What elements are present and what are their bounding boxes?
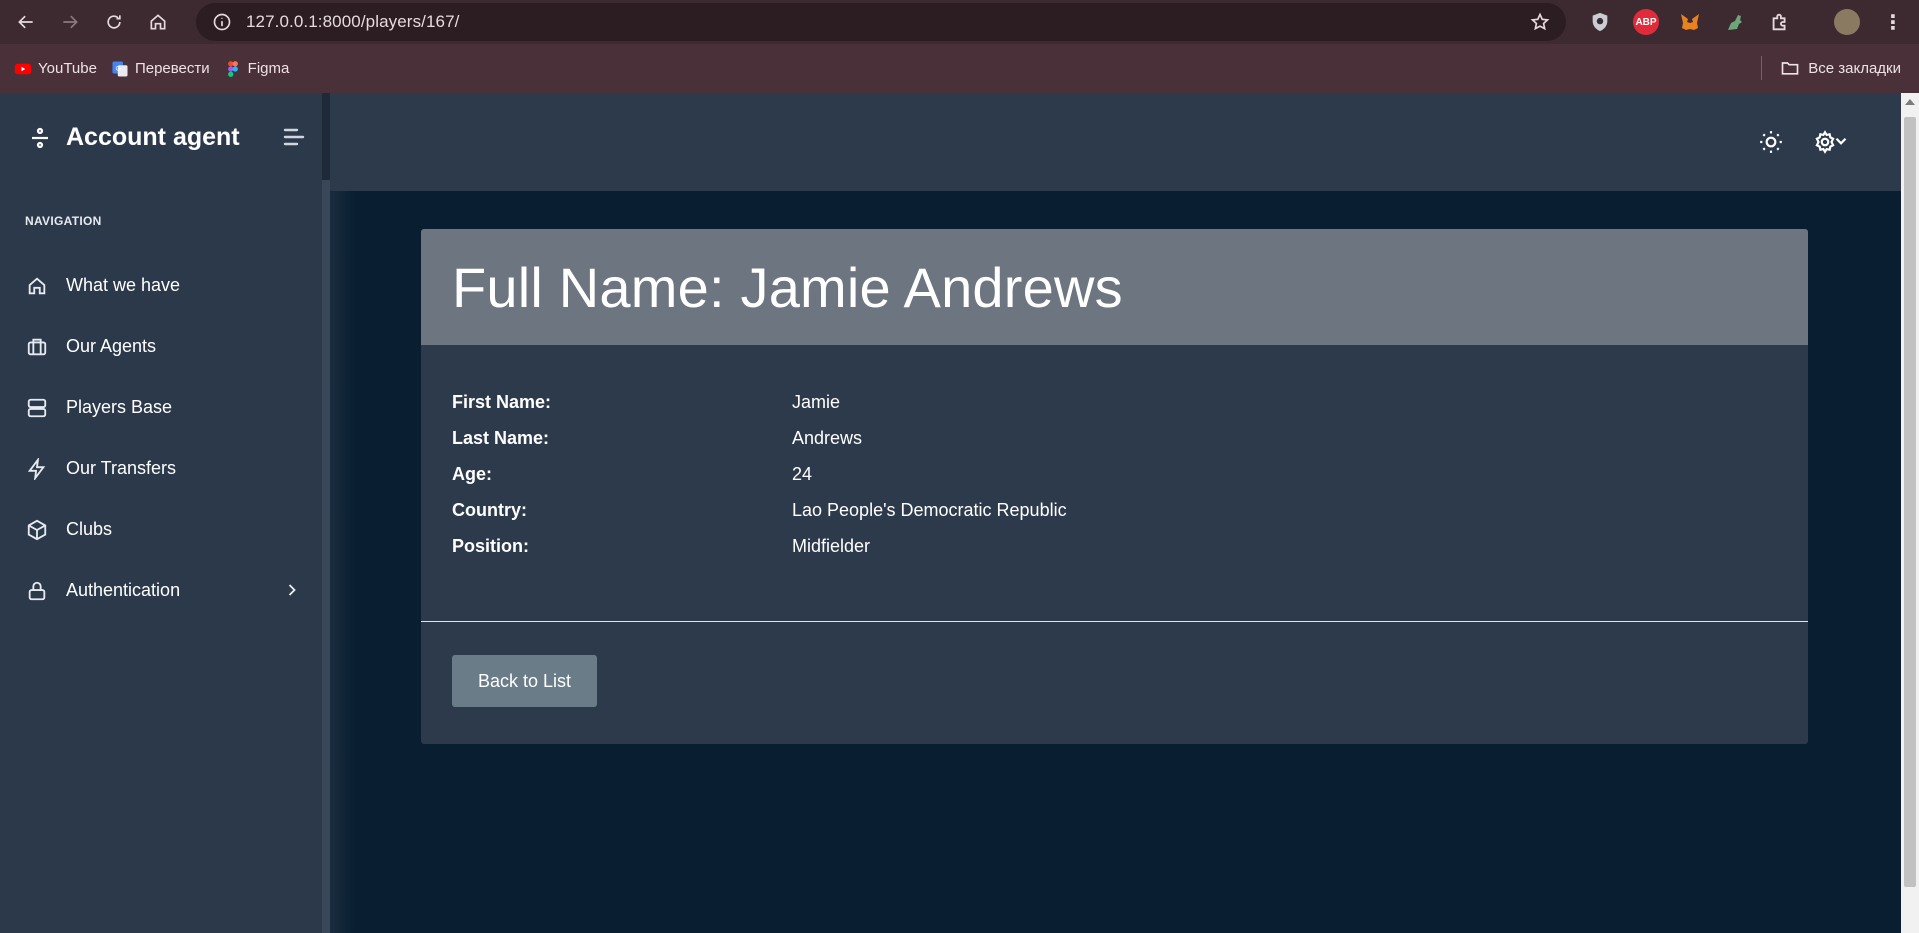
nav-heading: NAVIGATION [25,214,102,228]
card-header: Full Name: Jamie Andrews [421,229,1808,345]
card-divider [421,621,1808,622]
server-icon [27,398,47,417]
detail-row-first-name: First Name: Jamie [452,384,1067,420]
detail-value: 24 [792,463,813,484]
detail-row-position: Position: Midfielder [452,528,1067,564]
extensions-puzzle-icon[interactable] [1767,9,1793,35]
folder-icon [1781,62,1799,75]
scroll-up-arrow-icon[interactable] [1905,99,1915,105]
briefcase-icon [27,338,47,355]
sidebar-item-our-transfers[interactable]: Our Transfers [0,438,322,499]
url-text[interactable]: 127.0.0.1:8000/players/167/ [246,12,459,32]
sidebar-item-label: Our Transfers [66,458,177,478]
forward-arrow-icon[interactable] [52,4,88,40]
svg-text:G: G [115,65,120,72]
detail-row-country: Country: Lao People's Democratic Republi… [452,492,1067,528]
dino-extension-icon[interactable] [1722,9,1748,35]
theme-toggle-icon[interactable] [1758,129,1784,155]
sidebar-item-label: Clubs [66,519,113,539]
sidebar-item-label: What we have [66,275,181,295]
all-bookmarks[interactable]: Все закладки [1780,58,1901,78]
bookmark-figma[interactable]: Figma [224,60,289,78]
player-details: First Name: Jamie Last Name: Andrews Age… [452,384,1067,564]
sidebar-shadow [330,191,356,933]
detail-label: Country: [452,499,527,520]
detail-row-last-name: Last Name: Andrews [452,420,1067,456]
detail-label: Position: [452,535,529,556]
player-card: Full Name: Jamie Andrews First Name: Jam… [421,229,1808,744]
bookmark-star-icon[interactable] [1530,12,1550,32]
detail-label: First Name: [452,391,552,412]
bookmark-translate[interactable]: G Перевести [111,60,210,78]
sidebar-item-label: Authentication [66,580,181,600]
main-header [330,93,1901,191]
lightning-icon [27,457,46,480]
detail-value: Lao People's Democratic Republic [792,499,1067,520]
sidebar-item-clubs[interactable]: Clubs [0,499,322,560]
site-info-icon[interactable] [212,12,232,32]
nav-list: What we have Our Agents Players Base Our… [0,255,322,621]
youtube-icon [14,60,32,78]
shield-extension-icon[interactable] [1587,9,1613,35]
sidebar-item-players-base[interactable]: Players Base [0,377,322,438]
adblock-extension-icon[interactable]: ABP [1633,9,1659,35]
brand[interactable]: Account agent [28,123,240,152]
chevron-down-icon[interactable] [1832,132,1850,150]
figma-icon [224,60,242,78]
reload-icon[interactable] [96,4,132,40]
back-arrow-icon[interactable] [8,4,44,40]
sidebar-item-label: Our Agents [66,336,157,356]
profile-avatar[interactable] [1834,9,1860,35]
chevron-right-icon [288,584,296,596]
brand-title: Account agent [66,123,240,151]
box-icon [27,519,47,540]
page-scrollbar[interactable] [1901,93,1919,933]
detail-label: Last Name: [452,427,550,448]
google-translate-icon: G [111,60,129,78]
detail-value: Midfielder [792,535,871,556]
detail-label: Age: [452,463,492,484]
address-bar[interactable]: 127.0.0.1:8000/players/167/ [196,3,1566,41]
metamask-extension-icon[interactable] [1677,9,1703,35]
sidebar-scrollbar[interactable] [322,180,330,933]
detail-value: Andrews [792,427,863,448]
browser-toolbar: 127.0.0.1:8000/players/167/ ABP ⋮ [0,0,1919,44]
bookmarks-separator [1761,56,1762,80]
sidebar-item-what-we-have[interactable]: What we have [0,255,322,316]
detail-value: Jamie [792,391,841,412]
divide-icon [32,127,48,148]
sidebar-item-our-agents[interactable]: Our Agents [0,316,322,377]
home-browser-icon[interactable] [140,4,176,40]
scrollbar-thumb[interactable] [1904,117,1916,887]
menu-toggle-icon[interactable] [282,127,306,147]
bookmark-youtube[interactable]: YouTube [14,60,97,78]
home-icon [28,276,46,294]
sidebar: Account agent NAVIGATION What we have Ou… [0,93,330,933]
sidebar-item-label: Players Base [66,397,173,417]
bookmarks-bar: YouTube G Перевести Figma Все закладки [0,44,1919,93]
back-to-list-button[interactable]: Back to List [452,655,597,707]
detail-row-age: Age: 24 [452,456,1067,492]
lock-icon [28,581,46,600]
browser-menu-icon[interactable]: ⋮ [1880,9,1906,35]
page-title: Full Name: Jamie Andrews [452,255,1123,319]
sidebar-item-authentication[interactable]: Authentication [0,560,322,621]
